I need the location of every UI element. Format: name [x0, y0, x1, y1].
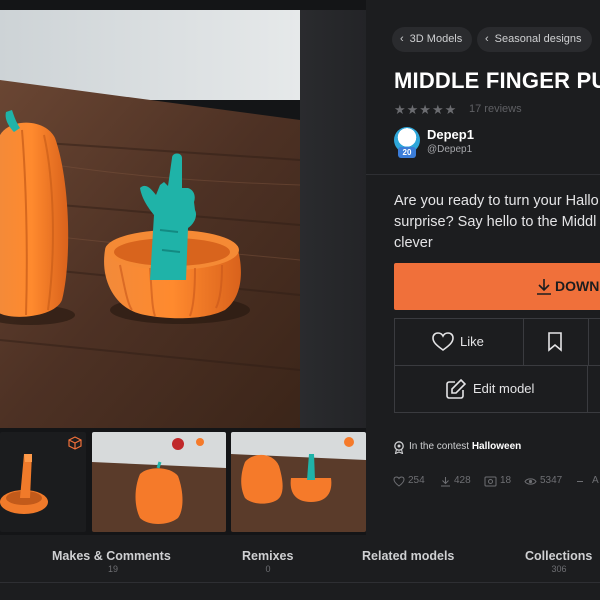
- views-stat-icon: [524, 478, 537, 485]
- description-line: Are you ready to turn your Hallo: [394, 193, 599, 209]
- secondary-action-button[interactable]: [587, 365, 600, 413]
- like-label: Like: [460, 334, 484, 349]
- stat-separator-icon: [577, 481, 583, 482]
- divider: [366, 174, 600, 175]
- model-description: Are you ready to turn your Hallo surpris…: [394, 191, 600, 254]
- tabs-bottom-border: [0, 582, 600, 583]
- tab-makes-comments-count: 19: [107, 564, 118, 574]
- description-line: surprise? Say hello to the Middl: [394, 214, 597, 230]
- download-stat-icon: [441, 477, 450, 487]
- author-name[interactable]: Depep1: [427, 127, 474, 142]
- edit-model-label: Edit model: [473, 381, 535, 396]
- reviews-count[interactable]: 17 reviews: [469, 103, 522, 115]
- thumbnail-photo-2-image: [92, 432, 226, 532]
- cube-icon: [68, 436, 82, 450]
- model-title: MIDDLE FINGER PU: [394, 68, 600, 93]
- likes-count: 254: [408, 475, 425, 486]
- breadcrumb-label: Seasonal designs: [494, 33, 582, 45]
- main-photo[interactable]: [0, 10, 300, 428]
- contest-name: Halloween: [471, 441, 522, 452]
- makes-count: 18: [500, 475, 512, 486]
- thumbnail-photo-3[interactable]: [231, 432, 366, 532]
- breadcrumb-seasonal-designs[interactable]: ‹ Seasonal designs: [477, 27, 592, 52]
- more-stat: A: [592, 475, 599, 486]
- bookmark-icon: [548, 332, 562, 352]
- edit-icon: [446, 379, 466, 399]
- gallery-side-area: [300, 10, 366, 428]
- thumbnail-3d-view[interactable]: [0, 432, 86, 532]
- views-count: 5347: [540, 475, 563, 486]
- download-icon: [537, 279, 551, 295]
- chevron-left-icon: ‹: [400, 33, 404, 45]
- breadcrumb-3d-models[interactable]: ‹ 3D Models: [392, 27, 473, 52]
- tab-makes-comments[interactable]: Makes & Comments: [52, 549, 171, 563]
- thumbnail-photo-2[interactable]: [92, 432, 226, 532]
- tab-remixes-count: 0: [265, 564, 271, 574]
- main-photo-image: [0, 10, 300, 428]
- trophy-icon: [394, 441, 404, 454]
- breadcrumb-label: 3D Models: [409, 33, 463, 45]
- contest-prefix: In the contest: [409, 441, 470, 452]
- tab-related-models[interactable]: Related models: [362, 549, 454, 563]
- contest-info[interactable]: In the contest Halloween: [409, 441, 521, 452]
- tab-collections[interactable]: Collections: [525, 549, 592, 563]
- author-handle: @Depep1: [427, 144, 473, 155]
- tab-collections-count: 306: [551, 564, 567, 574]
- thumbnail-photo-3-image: [231, 432, 366, 532]
- downloads-count: 428: [454, 475, 471, 486]
- description-line: clever: [394, 235, 433, 251]
- like-button[interactable]: [394, 318, 524, 366]
- tab-remixes[interactable]: Remixes: [242, 549, 293, 563]
- makes-stat-icon: [484, 476, 497, 487]
- download-label: DOWN: [555, 278, 600, 294]
- heart-icon: [432, 332, 454, 351]
- chevron-left-icon: ‹: [485, 33, 489, 45]
- level-badge: 20: [398, 147, 416, 158]
- like-stat-icon: [393, 476, 405, 487]
- rating-stars: ★★★★★: [394, 102, 458, 117]
- more-button[interactable]: [588, 318, 600, 366]
